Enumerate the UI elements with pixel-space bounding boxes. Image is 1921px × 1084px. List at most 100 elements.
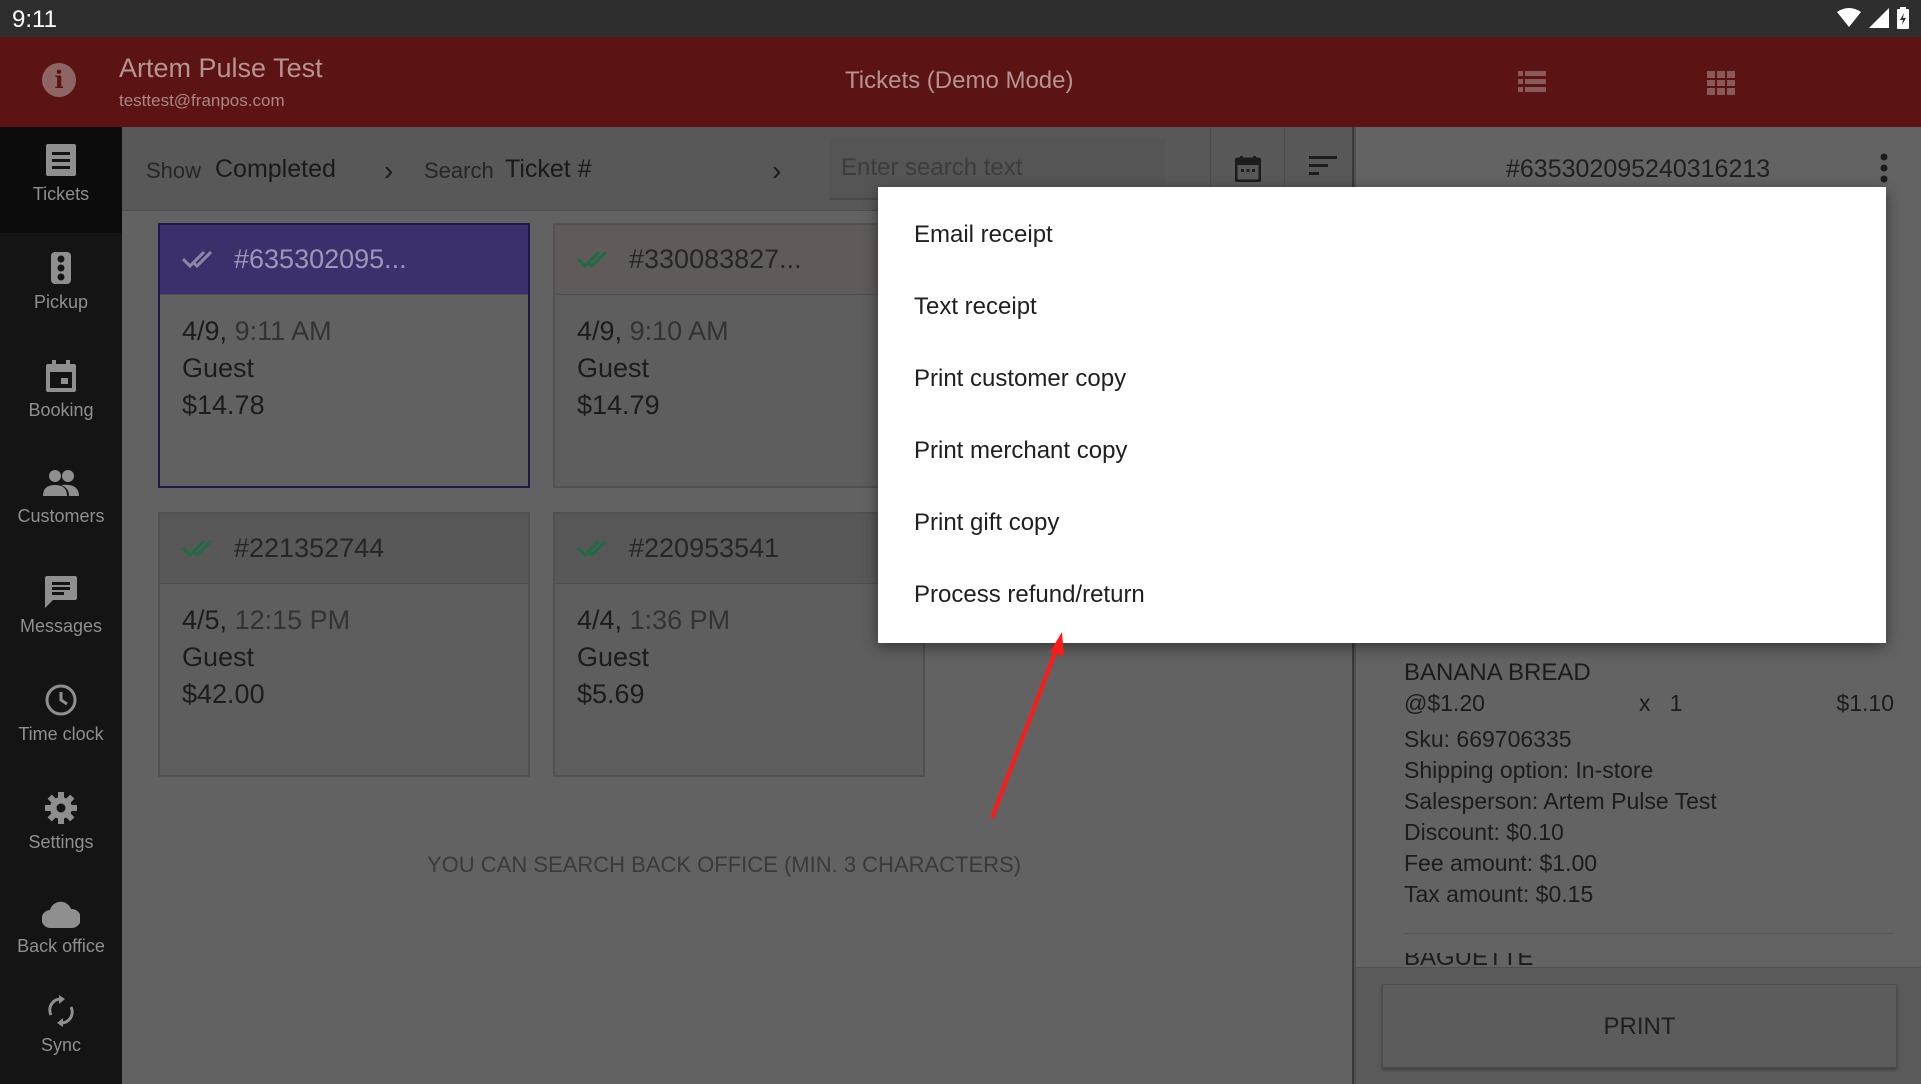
ticket-number: #635302095... <box>234 244 407 274</box>
show-filter-dropdown[interactable]: Completed <box>215 155 336 184</box>
ticket-amount: $5.69 <box>577 679 645 709</box>
ticket-time: 12:15 PM <box>234 605 351 635</box>
clock-icon <box>45 684 77 716</box>
line-item-name: BANANA BREAD <box>1404 659 1591 686</box>
more-vert-icon[interactable] <box>1880 153 1888 183</box>
sidebar-item-label: Messages <box>19 616 103 636</box>
ticket-date: 4/9, <box>577 316 623 346</box>
sidebar-item-back-office[interactable]: Back office <box>0 883 122 989</box>
ticket-card-header: #330083827... <box>555 225 923 295</box>
status-bar: 9:11 <box>0 0 1921 37</box>
sidebar-item-label: Customers <box>17 506 105 526</box>
divider <box>1404 933 1894 934</box>
user-email: testtest@franpos.com <box>119 91 285 110</box>
sidebar-item-customers[interactable]: Customers <box>0 451 122 557</box>
grid-view-icon[interactable] <box>1707 71 1735 95</box>
ticket-amount: $42.00 <box>182 679 265 709</box>
status-time: 9:11 <box>12 6 57 33</box>
ticket-card-header: #220953541 <box>555 514 923 584</box>
ticket-card[interactable]: #221352744 4/5, 12:15 PM Guest $42.00 <box>158 512 530 777</box>
line-item-unit-price: @$1.20 <box>1404 690 1485 716</box>
sync-icon <box>48 995 74 1027</box>
wifi-icon <box>1837 8 1861 27</box>
menu-item-text-receipt[interactable]: Text receipt <box>914 293 1037 321</box>
menu-item-print-gift-copy[interactable]: Print gift copy <box>914 509 1059 537</box>
ticket-time: 9:11 AM <box>234 316 332 346</box>
sidebar-item-label: Sync <box>40 1035 82 1055</box>
menu-item-process-refund[interactable]: Process refund/return <box>914 581 1145 609</box>
line-item-fee: Fee amount: $1.00 <box>1404 850 1598 876</box>
line-item-total: $1.10 <box>1836 690 1894 716</box>
ticket-date: 4/9, <box>182 316 228 346</box>
line-item-discount: Discount: $0.10 <box>1404 819 1564 845</box>
sidebar-item-settings[interactable]: Settings <box>0 775 122 881</box>
chevron-right-icon[interactable]: › <box>384 155 393 187</box>
search-field-dropdown[interactable]: Ticket # <box>505 155 592 184</box>
line-item-salesperson: Salesperson: Artem Pulse Test <box>1404 788 1717 814</box>
menu-item-print-merchant-copy[interactable]: Print merchant copy <box>914 437 1127 465</box>
sidebar-item-pickup[interactable]: Pickup <box>0 235 122 341</box>
ticket-amount: $14.78 <box>182 390 265 420</box>
line-item-tax: Tax amount: $0.15 <box>1404 881 1594 907</box>
search-label: Search <box>424 158 494 183</box>
ticket-time: 1:36 PM <box>629 605 731 635</box>
sidebar-item-tickets[interactable]: Tickets <box>0 127 122 233</box>
chevron-right-icon[interactable]: › <box>772 155 781 187</box>
info-icon[interactable]: i <box>42 63 76 97</box>
double-check-icon <box>182 539 213 558</box>
menu-item-email-receipt[interactable]: Email receipt <box>914 221 1053 249</box>
line-item[interactable]: BANANA BREAD @$1.20 x 1 $1.10 Sku: 66970… <box>1404 657 1894 910</box>
people-icon <box>43 470 79 496</box>
battery-icon <box>1897 7 1909 29</box>
sidebar-item-label: Pickup <box>33 292 89 312</box>
sidebar-item-label: Back office <box>17 936 105 956</box>
cloud-icon <box>42 901 80 928</box>
sidebar: Tickets Pickup Booking Customers Message… <box>0 127 122 1084</box>
sidebar-item-time-clock[interactable]: Time clock <box>0 667 122 773</box>
traffic-light-icon <box>51 252 71 284</box>
print-button[interactable]: PRINT <box>1382 984 1897 1068</box>
ticket-card[interactable]: #330083827... 4/9, 9:10 AM Guest $14.79 <box>553 223 925 488</box>
ticket-customer: Guest <box>577 353 650 383</box>
ticket-number: #220953541 <box>629 533 780 563</box>
ticket-customer: Guest <box>577 642 650 672</box>
search-hint: YOU CAN SEARCH BACK OFFICE (MIN. 3 CHARA… <box>427 852 1022 877</box>
ticket-amount: $14.79 <box>577 390 660 420</box>
double-check-icon <box>577 250 608 269</box>
double-check-icon <box>577 539 608 558</box>
page-title: Tickets (Demo Mode) <box>845 67 1074 94</box>
ticket-date: 4/4, <box>577 605 623 635</box>
sidebar-item-messages[interactable]: Messages <box>0 559 122 665</box>
receipt-options-menu: Email receipt Text receipt Print custome… <box>878 187 1886 643</box>
detail-ticket-number: #635302095240316213 <box>1506 155 1771 183</box>
list-view-icon[interactable] <box>1518 71 1546 93</box>
menu-item-print-customer-copy[interactable]: Print customer copy <box>914 365 1126 393</box>
sidebar-item-label: Settings <box>28 832 94 852</box>
sidebar-item-label: Time clock <box>18 724 104 744</box>
ticket-card[interactable]: #220953541 4/4, 1:36 PM Guest $5.69 <box>553 512 925 777</box>
line-item-qty-sep: x <box>1639 690 1651 716</box>
sidebar-item-sync[interactable]: Sync <box>0 983 122 1083</box>
message-icon <box>45 576 77 608</box>
signal-icon <box>1869 8 1889 28</box>
ticket-customer: Guest <box>182 642 255 672</box>
app-bar: i Artem Pulse Test testtest@franpos.com … <box>0 37 1921 127</box>
line-item-qty: 1 <box>1669 690 1683 716</box>
ticket-number: #221352744 <box>234 533 385 563</box>
ticket-card-header: #221352744 <box>160 514 528 584</box>
sort-icon <box>1309 156 1337 175</box>
receipt-icon <box>46 144 76 176</box>
show-label: Show <box>146 158 202 183</box>
ticket-card[interactable]: #635302095... 4/9, 9:11 AM Guest $14.78 <box>158 223 530 488</box>
user-name: Artem Pulse Test <box>119 53 323 83</box>
calendar-icon <box>1235 156 1261 182</box>
ticket-customer: Guest <box>182 353 255 383</box>
sidebar-item-booking[interactable]: Booking <box>0 343 122 449</box>
double-check-icon <box>182 250 213 269</box>
ticket-card-header: #635302095... <box>160 225 528 295</box>
sidebar-item-label: Booking <box>28 400 94 420</box>
sidebar-item-label: Tickets <box>32 184 90 204</box>
ticket-time: 9:10 AM <box>629 316 729 346</box>
gear-icon <box>45 792 77 824</box>
system-icons <box>1837 7 1909 29</box>
